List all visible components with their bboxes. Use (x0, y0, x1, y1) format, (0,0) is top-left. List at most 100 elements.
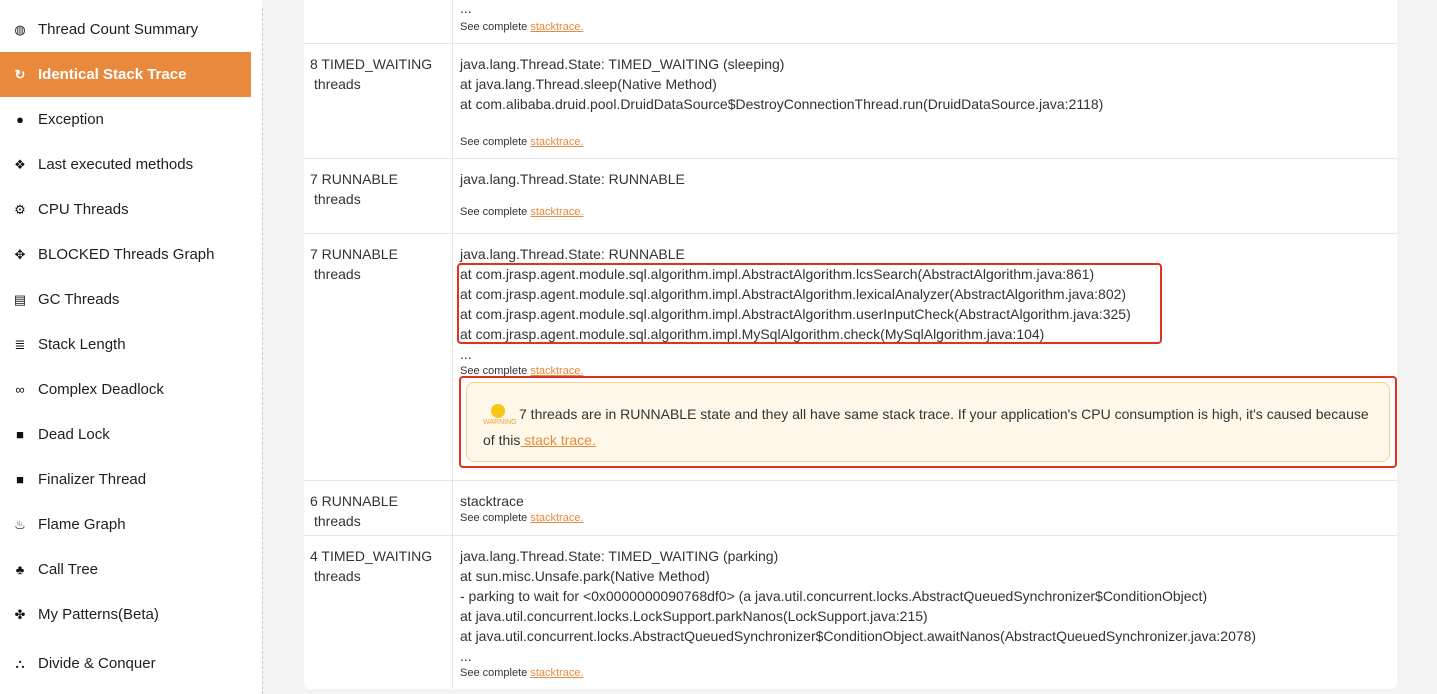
exclamation-circle-icon: ● (16, 112, 24, 127)
thread-count: 8 TIMED_WAITING (310, 56, 433, 72)
see-complete-text: See complete stacktrace. (460, 206, 584, 218)
table-row: 7 RUNNABLE threads java.lang.Thread.Stat… (304, 159, 1397, 234)
sidebar-item-call-tree[interactable]: ♣ Call Tree (0, 547, 251, 592)
table-row: ... See complete stacktrace. (304, 0, 1397, 44)
thread-count: 6 RUNNABLE (310, 493, 398, 509)
thread-unit: threads (314, 76, 361, 92)
thread-count: 7 RUNNABLE (310, 171, 398, 187)
sidebar-item-flame-graph[interactable]: ♨ Flame Graph (0, 502, 251, 547)
sidebar-divider (262, 8, 263, 694)
stacktrace-cell: java.lang.Thread.State: RUNNABLE See com… (454, 159, 1397, 233)
stacktrace-cell: stacktrace See complete stacktrace. (454, 481, 1397, 535)
square-icon: ■ (16, 472, 24, 487)
sidebar-item-thread-count-summary[interactable]: ◍ Thread Count Summary (0, 7, 251, 52)
stacktrace-cell: ... See complete stacktrace. (454, 0, 1397, 43)
thread-count: 7 RUNNABLE (310, 246, 398, 262)
see-complete-text: See complete stacktrace. (460, 136, 584, 148)
stack-line: java.lang.Thread.State: RUNNABLE (460, 246, 685, 262)
sidebar-item-label: Dead Lock (38, 426, 110, 443)
thread-unit: threads (314, 513, 361, 529)
sidebar-item-label: Flame Graph (38, 516, 126, 533)
sidebar-item-label: Finalizer Thread (38, 471, 147, 488)
sidebar-item-label: GC Threads (38, 291, 120, 308)
stack-line: at java.util.concurrent.locks.AbstractQu… (460, 628, 1257, 644)
stacktrace-link[interactable]: stacktrace. (530, 21, 583, 33)
sidebar-item-label: Last executed methods (38, 156, 194, 173)
thread-count-cell: 4 TIMED_WAITING threads (304, 536, 453, 689)
thread-count: 4 TIMED_WAITING (310, 548, 433, 564)
stacktrace-link[interactable]: stacktrace. (530, 136, 583, 148)
stacktrace-link[interactable]: stacktrace. (530, 206, 583, 218)
sidebar-item-gc-threads[interactable]: ▤ GC Threads (0, 277, 251, 322)
sidebar-item-label: Identical Stack Trace (38, 66, 187, 83)
sidebar-item-identical-stack-trace[interactable]: ↻ Identical Stack Trace (0, 52, 251, 97)
stack-line: at com.alibaba.druid.pool.DruidDataSourc… (460, 96, 1104, 112)
warning-callout: WARNING 7 threads are in RUNNABLE state … (466, 382, 1390, 462)
warning-icon-label: WARNING (483, 419, 517, 426)
thread-count-cell: 8 TIMED_WAITING threads (304, 44, 453, 158)
sidebar-item-blocked-threads-graph[interactable]: ✥ BLOCKED Threads Graph (0, 232, 251, 277)
sidebar-item-label: Stack Length (38, 336, 126, 353)
see-complete-text: See complete stacktrace. (460, 21, 584, 33)
stack-line: at com.jrasp.agent.module.sql.algorithm.… (460, 306, 1131, 322)
see-complete-text: See complete stacktrace. (460, 512, 584, 524)
identical-stack-trace-table: ... See complete stacktrace. 8 TIMED_WAI… (304, 0, 1397, 689)
cubes-icon: ❖ (14, 156, 26, 172)
warning-highlight-box: WARNING 7 threads are in RUNNABLE state … (459, 376, 1397, 468)
stack-line: ... (460, 0, 472, 16)
stack-line: at com.jrasp.agent.module.sql.algorithm.… (460, 286, 1127, 302)
dashboard-icon: ◍ (14, 21, 26, 37)
sidebar-item-label: Exception (38, 111, 104, 128)
sidebar-item-label: BLOCKED Threads Graph (38, 246, 215, 263)
thread-count-cell: 7 RUNNABLE threads (304, 159, 453, 233)
sidebar-item-label: Call Tree (38, 561, 99, 578)
sidebar-item-dead-lock[interactable]: ■ Dead Lock (0, 412, 251, 457)
sidebar-item-exception[interactable]: ● Exception (0, 97, 251, 142)
thread-count-cell (304, 0, 453, 43)
table-row: 8 TIMED_WAITING threads java.lang.Thread… (304, 44, 1397, 159)
sidebar-item-cpu-threads[interactable]: ⚙ CPU Threads (0, 187, 251, 232)
see-complete-text: See complete stacktrace. (460, 667, 584, 679)
link-icon: ∞ (15, 382, 25, 397)
stack-line: java.lang.Thread.State: TIMED_WAITING (s… (460, 56, 785, 72)
stack-line: ... (460, 648, 472, 664)
warning-stacktrace-link[interactable]: stack trace. (520, 432, 596, 448)
tree-icon: ♣ (15, 562, 25, 577)
sidebar-item-label: Complex Deadlock (38, 381, 164, 398)
refresh-icon: ↻ (14, 66, 26, 82)
table-row: 4 TIMED_WAITING threads java.lang.Thread… (304, 536, 1397, 689)
stack-line: java.lang.Thread.State: TIMED_WAITING (p… (460, 548, 779, 564)
sitemap-icon: ⛬ (15, 655, 25, 671)
stacktrace-cell: java.lang.Thread.State: TIMED_WAITING (s… (454, 44, 1397, 158)
fire-icon: ♨ (14, 516, 26, 532)
sidebar-item-divide-conquer[interactable]: ⛬ Divide & Conquer (0, 641, 251, 686)
sidebar: ◍ Thread Count Summary ↻ Identical Stack… (0, 0, 262, 694)
stack-line: at com.jrasp.agent.module.sql.algorithm.… (460, 326, 1045, 342)
stacktrace-link[interactable]: stacktrace. (530, 667, 583, 679)
thread-unit: threads (314, 191, 361, 207)
table-row: 6 RUNNABLE threads stacktrace See comple… (304, 481, 1397, 536)
stack-line: - parking to wait for <0x0000000090768df… (460, 588, 1208, 604)
sidebar-item-label: Divide & Conquer (38, 655, 156, 672)
sidebar-item-complex-deadlock[interactable]: ∞ Complex Deadlock (0, 367, 251, 412)
sidebar-item-label: My Patterns(Beta) (38, 606, 159, 623)
stacktrace-cell: java.lang.Thread.State: TIMED_WAITING (p… (454, 536, 1397, 689)
trash-icon: ▤ (13, 291, 27, 307)
sidebar-item-stack-length[interactable]: ≣ Stack Length (0, 322, 251, 367)
thread-unit: threads (314, 568, 361, 584)
stack-line: stacktrace (460, 493, 524, 509)
table-row: 7 RUNNABLE threads java.lang.Thread.Stat… (304, 234, 1397, 481)
stack-line: at sun.misc.Unsafe.park(Native Method) (460, 568, 710, 584)
stack-line: ... (460, 346, 472, 362)
sidebar-item-my-patterns[interactable]: ✤ My Patterns(Beta) (0, 592, 251, 637)
stack-line: at com.jrasp.agent.module.sql.algorithm.… (460, 266, 1095, 282)
stacktrace-link[interactable]: stacktrace. (530, 512, 583, 524)
thread-count-cell: 6 RUNNABLE threads (304, 481, 453, 535)
crosshair-icon: ✥ (14, 246, 26, 262)
cogs-icon: ⚙ (14, 201, 26, 217)
thread-count-cell: 7 RUNNABLE threads (304, 234, 453, 480)
sidebar-item-finalizer-thread[interactable]: ■ Finalizer Thread (0, 457, 251, 502)
stack-line: java.lang.Thread.State: RUNNABLE (460, 171, 685, 187)
sidebar-item-last-executed-methods[interactable]: ❖ Last executed methods (0, 142, 251, 187)
warning-sun-icon: WARNING (483, 401, 517, 427)
